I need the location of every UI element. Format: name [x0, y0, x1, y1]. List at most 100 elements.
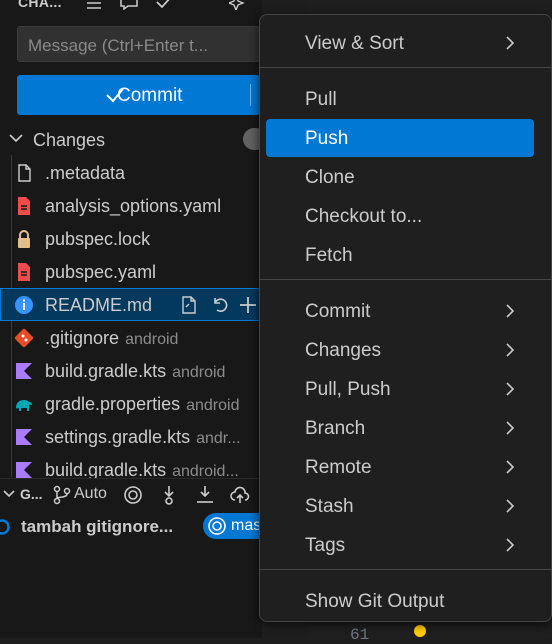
menu-item-changes[interactable]: Changes [266, 331, 534, 369]
menu-item-show-git-output[interactable]: Show Git Output [266, 582, 534, 620]
file-name: README.md [45, 295, 153, 315]
info-icon [15, 296, 33, 314]
file-name: pubspec.lock [45, 229, 151, 249]
file-name: build.gradle.kts [45, 361, 167, 381]
commit-button-divider [250, 84, 251, 106]
commit-message-placeholder: Message (Ctrl+Enter t... [28, 36, 208, 55]
changes-group-header[interactable]: Changes [0, 123, 262, 156]
menu-item-view-sort[interactable]: View & Sort [266, 24, 534, 62]
menu-item-label: Remote [305, 457, 372, 478]
file-path: android... [172, 463, 239, 478]
file-name: settings.gradle.kts [45, 427, 191, 447]
menu-separator [260, 279, 551, 280]
menu-item-remote[interactable]: Remote [266, 448, 534, 486]
branch-icon[interactable] [51, 484, 73, 506]
changes-label: Changes [33, 130, 106, 150]
kotlin-icon [16, 363, 32, 379]
file-row-pubspec-yaml[interactable]: pubspec.yaml [0, 255, 262, 288]
menu-item-label: Clone [305, 167, 355, 188]
menu-item-pull-push[interactable]: Pull, Push [266, 370, 534, 408]
graph-section-header[interactable]: G... Auto [0, 478, 262, 511]
menu-item-tags[interactable]: Tags [266, 526, 534, 564]
open-file-icon[interactable] [178, 294, 200, 316]
sparkle-icon[interactable] [229, 0, 247, 12]
menu-item-branch[interactable]: Branch [266, 409, 534, 447]
scm-header: CHA... [0, 0, 262, 14]
menu-item-label: Push [305, 128, 349, 149]
file-row-metadata[interactable]: .metadata [0, 156, 262, 189]
file-row-build-gradle[interactable]: build.gradle.kts android [0, 354, 262, 387]
yaml-file-icon [18, 263, 30, 281]
source-control-panel: CHA... Message (Ctrl+Enter t... Commit C… [0, 0, 262, 638]
commit-message-input[interactable]: Message (Ctrl+Enter t... [17, 26, 260, 62]
file-name: analysis_options.yaml [45, 196, 222, 216]
file-name: build.gradle.kts [45, 460, 167, 478]
file-path: android [172, 364, 226, 381]
file-path: android [186, 397, 240, 414]
chevron-right-icon [506, 304, 515, 318]
menu-item-label: Commit [305, 301, 371, 322]
menu-item-push[interactable]: Push [266, 119, 534, 157]
file-name: .gitignore [45, 328, 120, 348]
chevron-right-icon [506, 538, 515, 552]
file-row-readme[interactable]: README.md [0, 288, 262, 321]
more-actions-menu: View & Sort Pull Push Clone Checkout to... Fe… [259, 14, 552, 622]
chevron-right-icon [506, 421, 515, 435]
chevron-right-icon [506, 382, 515, 396]
file-row-analysis-options[interactable]: analysis_options.yaml [0, 189, 262, 222]
kotlin-icon [16, 429, 32, 445]
menu-item-commit[interactable]: Commit [266, 292, 534, 330]
menu-item-clone[interactable]: Clone [266, 158, 534, 196]
graph-title: G... [20, 486, 43, 502]
commit-node-icon [0, 519, 10, 535]
menu-item-label: View & Sort [305, 33, 404, 54]
commit-button-label: Commit [117, 85, 183, 106]
file-row-gitignore[interactable]: .gitignore android [0, 321, 262, 354]
commit-button[interactable]: Commit [17, 75, 260, 115]
menu-item-pull[interactable]: Pull [266, 80, 534, 118]
target-icon [208, 517, 226, 535]
menu-item-label: Fetch [305, 245, 353, 266]
menu-separator [260, 67, 551, 68]
menu-item-checkout-to[interactable]: Checkout to... [266, 197, 534, 235]
scm-header-title: CHA... [18, 0, 62, 10]
chevron-down-icon [9, 134, 23, 143]
file-icon [18, 164, 31, 182]
file-row-gradle-properties[interactable]: gradle.properties android [0, 387, 262, 420]
menu-item-label: Changes [305, 340, 382, 361]
file-row-build-gradle-2[interactable]: build.gradle.kts android... [0, 453, 262, 478]
chevron-right-icon [506, 499, 515, 513]
stage-changes-icon[interactable] [237, 294, 259, 316]
view-as-tree-icon[interactable] [85, 0, 103, 12]
fetch-icon[interactable] [158, 484, 180, 506]
refresh-icon[interactable] [193, 0, 211, 12]
menu-item-label: Pull, Push [305, 379, 391, 400]
target-icon[interactable] [122, 484, 144, 506]
gradle-elephant-icon [16, 400, 32, 411]
file-row-pubspec-lock[interactable]: pubspec.lock [0, 222, 262, 255]
menu-item-fetch[interactable]: Fetch [266, 236, 534, 274]
file-name-with-path: gradle.properties android [45, 394, 239, 415]
pull-icon[interactable] [194, 484, 216, 506]
file-name-with-path: settings.gradle.kts andr... [45, 427, 241, 448]
menu-item-label: Stash [305, 496, 354, 517]
commit-comment-icon[interactable] [119, 0, 138, 12]
menu-item-label: Show Git Output [305, 591, 445, 612]
lock-icon [18, 230, 30, 248]
branch-badge: mas [203, 513, 262, 539]
file-name: gradle.properties [45, 394, 181, 414]
auto-label[interactable]: Auto [74, 485, 107, 503]
menu-item-label: Checkout to... [305, 206, 423, 227]
file-row-settings-gradle[interactable]: settings.gradle.kts andr... [0, 420, 262, 453]
checkmark-icon[interactable] [155, 0, 173, 12]
chevron-right-icon [506, 36, 515, 50]
kotlin-icon [16, 462, 32, 478]
cloud-upload-icon[interactable] [229, 484, 251, 506]
file-name-with-path: .gitignore android [45, 328, 178, 349]
menu-item-label: Pull [305, 89, 337, 110]
yaml-file-icon [18, 197, 30, 215]
git-icon [14, 328, 34, 348]
discard-changes-icon[interactable] [210, 294, 232, 316]
menu-separator [260, 569, 551, 570]
menu-item-stash[interactable]: Stash [266, 487, 534, 525]
